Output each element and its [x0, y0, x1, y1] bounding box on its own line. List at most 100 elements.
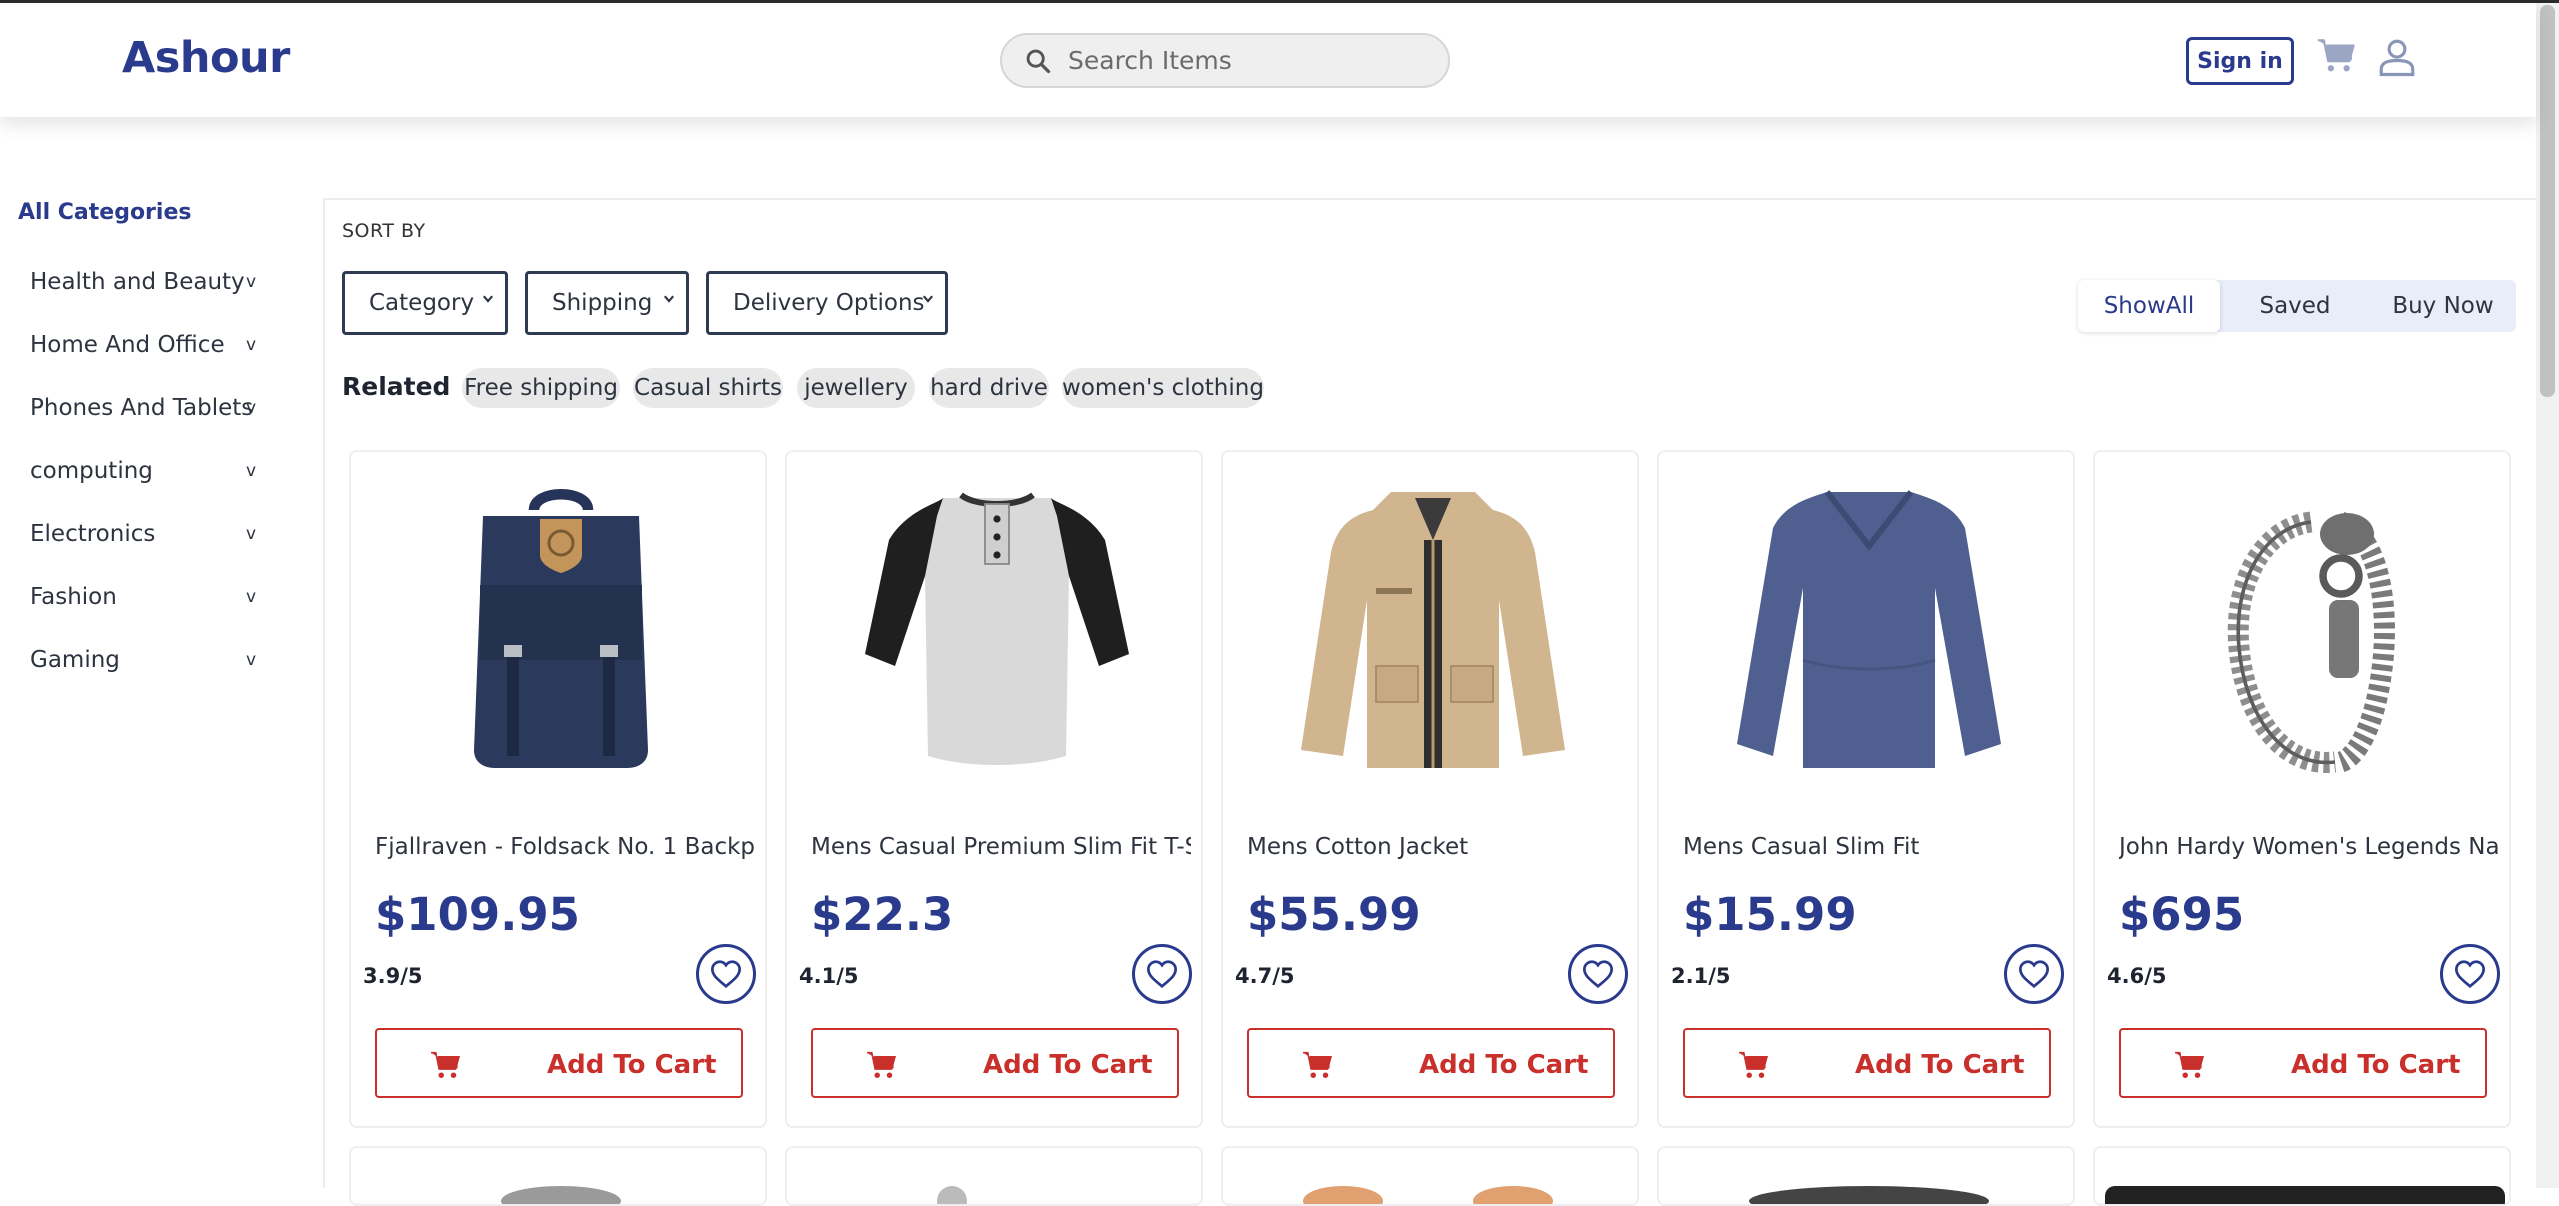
- add-to-cart-label: Add To Cart: [1855, 1050, 2025, 1080]
- chevron-down-icon: v: [246, 524, 257, 544]
- chevron-down-icon: v: [246, 335, 257, 355]
- delivery-options-select[interactable]: Delivery Options: [706, 271, 948, 335]
- product-title[interactable]: John Hardy Women's Legends Nag...: [2119, 834, 2499, 860]
- all-categories-title[interactable]: All Categories: [18, 200, 191, 225]
- add-to-cart-button[interactable]: Add To Cart: [1683, 1028, 2051, 1098]
- product-card[interactable]: Mens Cotton Jacket $55.99 4.7/5 Add To C…: [1221, 450, 1639, 1128]
- product-card[interactable]: [349, 1146, 767, 1206]
- favorite-button[interactable]: [1568, 944, 1628, 1004]
- shipping-select[interactable]: Shipping: [525, 271, 689, 335]
- sidebar-item-label: Home And Office: [30, 332, 225, 358]
- user-icon[interactable]: [2376, 35, 2418, 79]
- product-card[interactable]: John Hardy Women's Legends Nag... $695 4…: [2093, 450, 2511, 1128]
- product-image-partial: [1749, 1186, 1989, 1204]
- favorite-button[interactable]: [2440, 944, 2500, 1004]
- product-image-partial: [2105, 1186, 2505, 1204]
- cart-icon[interactable]: [2316, 35, 2358, 77]
- heart-icon: [1146, 960, 1178, 989]
- related-chip[interactable]: jewellery: [797, 368, 915, 408]
- product-title[interactable]: Mens Cotton Jacket: [1247, 834, 1627, 860]
- product-image-partial: [1473, 1186, 1553, 1204]
- product-card[interactable]: Mens Casual Slim Fit $15.99 2.1/5 Add To…: [1657, 450, 2075, 1128]
- favorite-button[interactable]: [2004, 944, 2064, 1004]
- heart-icon: [2454, 960, 2486, 989]
- category-select[interactable]: Category: [342, 271, 508, 335]
- select-value: Delivery Options: [733, 290, 925, 316]
- sidebar-item-health-and-beauty[interactable]: Health and Beauty v: [30, 262, 260, 302]
- product-price: $22.3: [811, 888, 954, 941]
- add-to-cart-button[interactable]: Add To Cart: [811, 1028, 1179, 1098]
- product-price: $109.95: [375, 888, 580, 941]
- chevron-down-icon: v: [246, 587, 257, 607]
- tab-show-all[interactable]: ShowAll: [2078, 280, 2220, 332]
- sidebar-item-computing[interactable]: computing v: [30, 451, 260, 491]
- chain-bracelet-image: [2227, 511, 2395, 773]
- sidebar-item-label: computing: [30, 458, 153, 484]
- add-to-cart-button[interactable]: Add To Cart: [375, 1028, 743, 1098]
- sidebar-item-gaming[interactable]: Gaming v: [30, 640, 260, 680]
- related-chip[interactable]: Casual shirts: [633, 368, 783, 408]
- product-price: $15.99: [1683, 888, 1857, 941]
- cotton-jacket-image: [1301, 492, 1565, 768]
- chevron-down-icon: v: [246, 650, 257, 670]
- tab-saved[interactable]: Saved: [2224, 280, 2366, 332]
- sidebar-item-electronics[interactable]: Electronics v: [30, 514, 260, 554]
- sidebar-item-label: Phones And Tablets: [30, 395, 254, 421]
- favorite-button[interactable]: [696, 944, 756, 1004]
- product-rating: 4.6/5: [2107, 964, 2167, 988]
- chevron-down-icon: v: [246, 272, 257, 292]
- product-card[interactable]: [785, 1146, 1203, 1206]
- sort-by-label: SORT BY: [342, 220, 426, 242]
- add-to-cart-button[interactable]: Add To Cart: [2119, 1028, 2487, 1098]
- view-toggle-group: ShowAll Saved Buy Now: [2078, 280, 2516, 332]
- cart-icon: [867, 1051, 897, 1078]
- product-title[interactable]: Mens Casual Slim Fit: [1683, 834, 2063, 860]
- product-card[interactable]: [2093, 1146, 2511, 1206]
- related-chip[interactable]: hard drive: [929, 368, 1049, 408]
- product-card[interactable]: Fjallraven - Foldsack No. 1 Backpa... $1…: [349, 450, 767, 1128]
- add-to-cart-label: Add To Cart: [983, 1050, 1153, 1080]
- product-card[interactable]: [1221, 1146, 1639, 1206]
- search-input[interactable]: [1068, 46, 1428, 75]
- search-bar[interactable]: [1000, 33, 1450, 88]
- chevron-down-icon: [664, 295, 674, 303]
- sidebar-item-label: Health and Beauty: [30, 269, 245, 295]
- product-rating: 2.1/5: [1671, 964, 1731, 988]
- tab-buy-now[interactable]: Buy Now: [2370, 280, 2516, 332]
- related-chip[interactable]: women's clothing: [1062, 368, 1264, 408]
- cart-icon: [2175, 1051, 2205, 1078]
- raglan-tshirt-image: [865, 492, 1129, 765]
- site-header: Ashour Sign in: [0, 3, 2536, 117]
- cart-icon: [1739, 1051, 1769, 1078]
- heart-icon: [710, 960, 742, 989]
- select-value: Shipping: [552, 290, 653, 316]
- heart-icon: [1582, 960, 1614, 989]
- product-card[interactable]: [1657, 1146, 2075, 1206]
- chevron-down-icon: [923, 295, 933, 303]
- product-price: $55.99: [1247, 888, 1421, 941]
- site-logo[interactable]: Ashour: [122, 33, 290, 83]
- sign-in-button[interactable]: Sign in: [2186, 37, 2294, 85]
- chevron-down-icon: [483, 295, 493, 303]
- favorite-button[interactable]: [1132, 944, 1192, 1004]
- heart-icon: [2018, 960, 2050, 989]
- related-chip[interactable]: Free shipping: [462, 368, 620, 408]
- sidebar-item-home-and-office[interactable]: Home And Office v: [30, 325, 260, 365]
- sidebar-item-fashion[interactable]: Fashion v: [30, 577, 260, 617]
- product-card[interactable]: Mens Casual Premium Slim Fit T-S... $22.…: [785, 450, 1203, 1128]
- product-title[interactable]: Fjallraven - Foldsack No. 1 Backpa...: [375, 834, 755, 860]
- cart-icon: [1303, 1051, 1333, 1078]
- select-value: Category: [369, 290, 475, 316]
- related-label: Related: [342, 372, 451, 401]
- product-image-partial: [501, 1186, 621, 1204]
- sidebar-item-phones-and-tablets[interactable]: Phones And Tablets v: [30, 388, 260, 428]
- product-rating: 4.7/5: [1235, 964, 1295, 988]
- add-to-cart-button[interactable]: Add To Cart: [1247, 1028, 1615, 1098]
- product-image-partial: [1303, 1186, 1383, 1204]
- sidebar-item-label: Electronics: [30, 521, 156, 547]
- add-to-cart-label: Add To Cart: [547, 1050, 717, 1080]
- add-to-cart-label: Add To Cart: [2291, 1050, 2461, 1080]
- scrollbar-thumb[interactable]: [2540, 5, 2555, 397]
- product-title[interactable]: Mens Casual Premium Slim Fit T-S...: [811, 834, 1191, 860]
- product-rating: 3.9/5: [363, 964, 423, 988]
